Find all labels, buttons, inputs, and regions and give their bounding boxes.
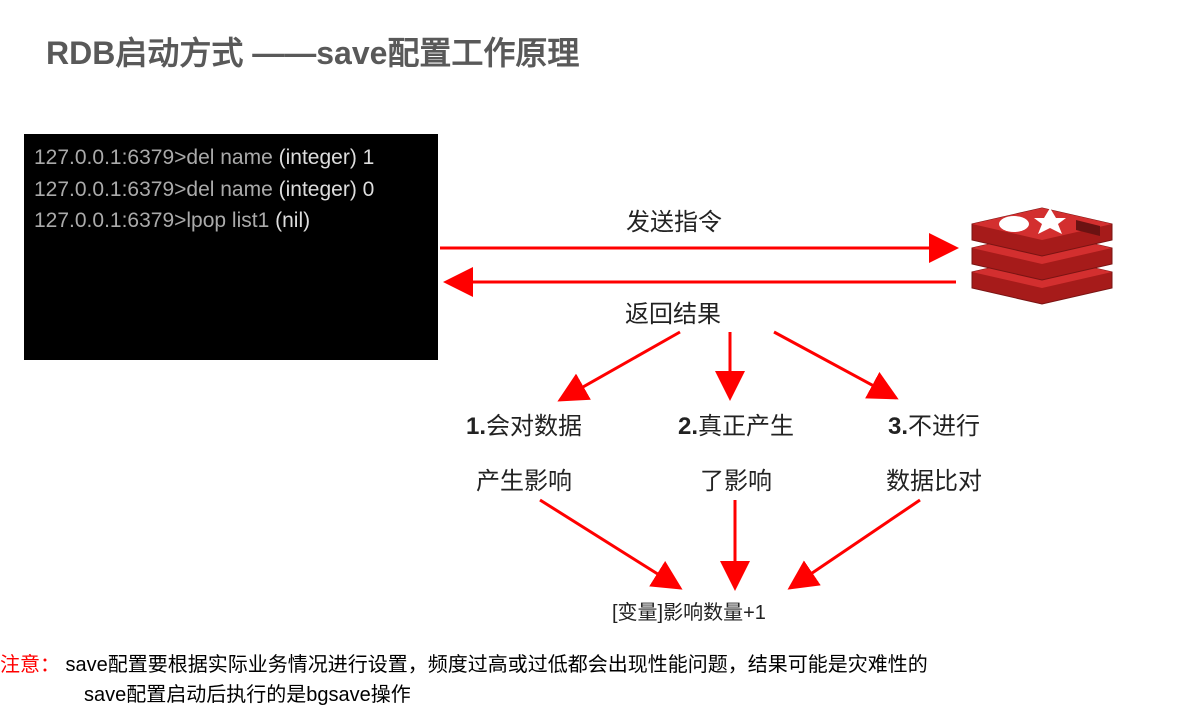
page-title: RDB启动方式 ——save配置工作原理 [46,28,579,74]
flow-1-num: 1. [466,413,486,440]
bottom-variable-text: [变量]影响数量+1 [612,596,766,625]
note-line-1: save配置要根据实际业务情况进行设置，频度过高或过低都会出现性能问题，结果可能… [60,654,928,676]
flow-1-line2: 产生影响 [434,461,614,496]
prompt-3: 127.0.0.1:6379>lpop list1 [34,209,275,232]
prompt-2: 127.0.0.1:6379>del name [34,178,279,201]
flow-2-num: 2. [678,413,698,440]
flow-2-line2: 了影响 [646,461,826,496]
flow-3-num: 3. [888,413,908,440]
flow-3-line2: 数据比对 [844,461,1024,496]
flow-item-1: 1.会对数据 产生影响 [434,406,614,496]
label-return-result: 返回结果 [625,294,721,329]
diagram-arrows [0,0,1184,722]
flow-3-line1: 不进行 [908,413,980,440]
terminal-box: 127.0.0.1:6379>del name (integer) 1 127.… [24,134,438,360]
note-block: 注意： save配置要根据实际业务情况进行设置，频度过高或过低都会出现性能问题，… [0,650,928,710]
redis-icon [962,184,1122,319]
prompt-1: 127.0.0.1:6379>del name [34,146,279,169]
flow-item-2: 2.真正产生 了影响 [646,406,826,496]
label-send-command: 发送指令 [626,202,722,237]
note-line-2: save配置启动后执行的是bgsave操作 [84,680,928,710]
output-1: (integer) 1 [279,146,375,169]
flow-1-line1: 会对数据 [486,413,582,440]
output-3: (nil) [275,209,310,232]
flow-item-3: 3.不进行 数据比对 [844,406,1024,496]
output-2: (integer) 0 [279,178,375,201]
flow-2-line1: 真正产生 [698,413,794,440]
note-label: 注意： [0,654,60,676]
